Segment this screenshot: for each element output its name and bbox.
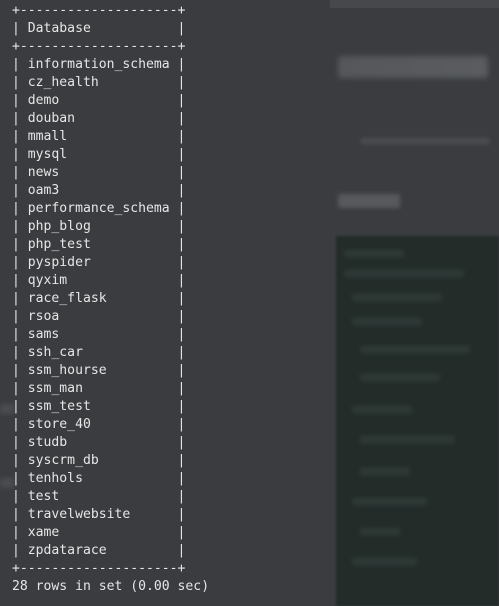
table-row: | ssm_man | bbox=[12, 381, 186, 396]
table-row: | ssh_car | bbox=[12, 345, 186, 360]
table-border-header: +--------------------+ bbox=[12, 39, 186, 54]
blurred-top-bar bbox=[330, 0, 499, 8]
database-list: | information_schema | | cz_health | | dem… bbox=[12, 56, 209, 560]
table-row: | cz_health | bbox=[12, 75, 186, 90]
table-row: | mmall | bbox=[12, 129, 186, 144]
table-row: | mysql | bbox=[12, 147, 186, 162]
table-row: | studb | bbox=[12, 435, 186, 450]
table-row: | tenhols | bbox=[12, 471, 186, 486]
table-header: | Database | bbox=[12, 21, 186, 36]
table-row: | race_flask | bbox=[12, 291, 186, 306]
table-row: | demo | bbox=[12, 93, 186, 108]
table-row: | ssm_test | bbox=[12, 399, 186, 414]
table-row: | travelwebsite | bbox=[12, 507, 186, 522]
table-row: | test | bbox=[12, 489, 186, 504]
table-row: | performance_schema | bbox=[12, 201, 186, 216]
table-row: | oam3 | bbox=[12, 183, 186, 198]
blurred-heading bbox=[338, 56, 488, 78]
table-border-top: +--------------------+ bbox=[12, 3, 186, 18]
table-row: | ssm_hourse | bbox=[12, 363, 186, 378]
table-row: | php_test | bbox=[12, 237, 186, 252]
table-row: | qyxim | bbox=[12, 273, 186, 288]
table-row: | pyspider | bbox=[12, 255, 186, 270]
mysql-terminal-output: +--------------------+ | Database | +-----… bbox=[12, 2, 209, 596]
blurred-subheading bbox=[338, 194, 400, 208]
table-border-bottom: +--------------------+ bbox=[12, 561, 186, 576]
table-row: | php_blog | bbox=[12, 219, 186, 234]
table-row: | news | bbox=[12, 165, 186, 180]
result-summary: 28 rows in set (0.00 sec) bbox=[12, 579, 210, 594]
table-row: | sams | bbox=[12, 327, 186, 342]
table-row: | xame | bbox=[12, 525, 186, 540]
table-row: | douban | bbox=[12, 111, 186, 126]
table-row: | store_40 | bbox=[12, 417, 186, 432]
table-row: | rsoa | bbox=[12, 309, 186, 324]
table-row: | syscrm_db | bbox=[12, 453, 186, 468]
table-row: | zpdatarace | bbox=[12, 543, 186, 558]
blurred-code-block bbox=[336, 236, 499, 606]
table-row: | information_schema | bbox=[12, 57, 186, 72]
blurred-text-line bbox=[360, 138, 490, 144]
